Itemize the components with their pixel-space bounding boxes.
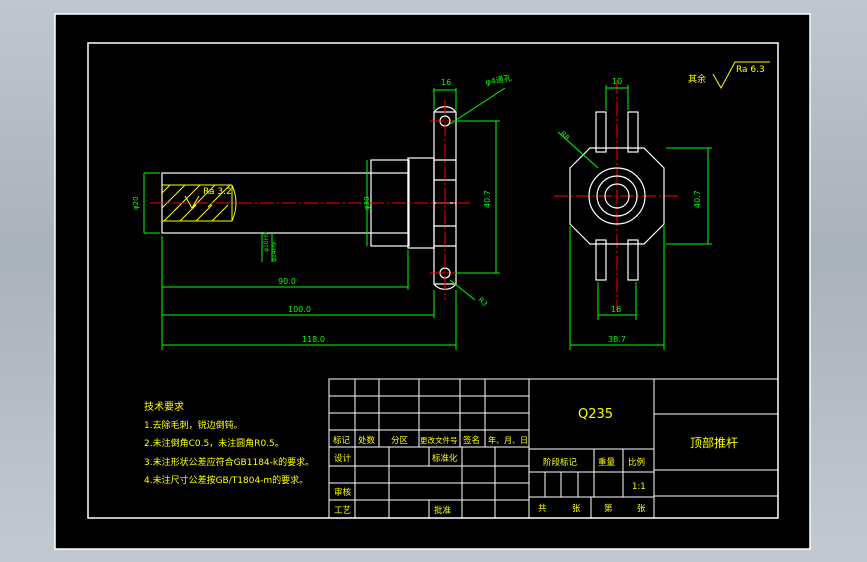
tb-label-date: 年、月、日 [488,435,528,445]
tb-standardization: 标准化 [432,453,458,464]
dim-length-3: 118.0 [302,335,325,344]
tb-weight: 重量 [598,457,616,468]
title-material: Q235 [578,407,613,422]
tb-label-zone: 分区 [391,436,409,446]
dim-length-2: 100.0 [288,305,311,314]
dim-width-16-right: 16 [611,305,621,314]
tb-scale-value: 1:1 [632,482,646,492]
tb-scale-label: 比例 [628,457,645,468]
tb-review: 审核 [334,487,352,498]
outer-border [54,13,811,550]
dim-width-10-right: 10 [612,77,622,86]
tb-label-change-doc: 更改文件号 [420,435,458,445]
surface-finish-label: 其余 [688,73,706,85]
dim-length-1: 90.0 [278,277,296,286]
title-part-name: 顶部推杆 [690,435,738,450]
tech-req-item-4: 4.未注尺寸公差按GB/T1804-m的要求。 [144,474,308,486]
tb-approve: 批准 [434,505,452,516]
tb-sheet-unit-a: 张 [572,504,581,514]
tb-sheet-unit-b: 张 [637,504,646,514]
tb-sheet-total: 共 [538,504,547,514]
tb-process: 工艺 [334,506,351,516]
dim-height-right: 40.7 [693,190,702,208]
dim-thread-a: φ10H9 [263,232,270,252]
dim-width-38-7: 38.7 [608,335,626,344]
tech-req-item-3: 3.未注形状公差应符合GB1184-k的要求。 [144,456,314,468]
tech-req-item-1: 1.去除毛刺，锐边倒钝。 [144,419,243,431]
dim-d30: φ30 [363,196,371,210]
tb-design: 设计 [334,453,352,464]
tech-req-heading: 技术要求 [144,400,184,413]
dim-height-left: 40.7 [483,190,492,208]
dim-d20: φ20 [132,196,140,210]
tb-label-count: 处数 [358,435,376,446]
tb-label-mark: 标记 [333,435,351,446]
tech-req-item-2: 2.未注倒角C0.5，未注圆角R0.5。 [144,437,284,449]
cad-drawing-sheet: 16 φ4通孔 40.7 φ20 φ30 φ10H9 φ14H9 90.0 10… [54,13,811,550]
dim-width-16-top: 16 [441,78,451,87]
tb-sheet-no: 第 [604,503,613,514]
surface-finish-value: Ra 6.3 [736,65,765,75]
dim-thread-b: φ14H9 [271,242,278,262]
tb-label-sign: 签名 [463,435,480,446]
roughness-inner: Ra 3.2 [203,187,232,197]
tb-stage-mark: 阶段标记 [543,457,578,468]
